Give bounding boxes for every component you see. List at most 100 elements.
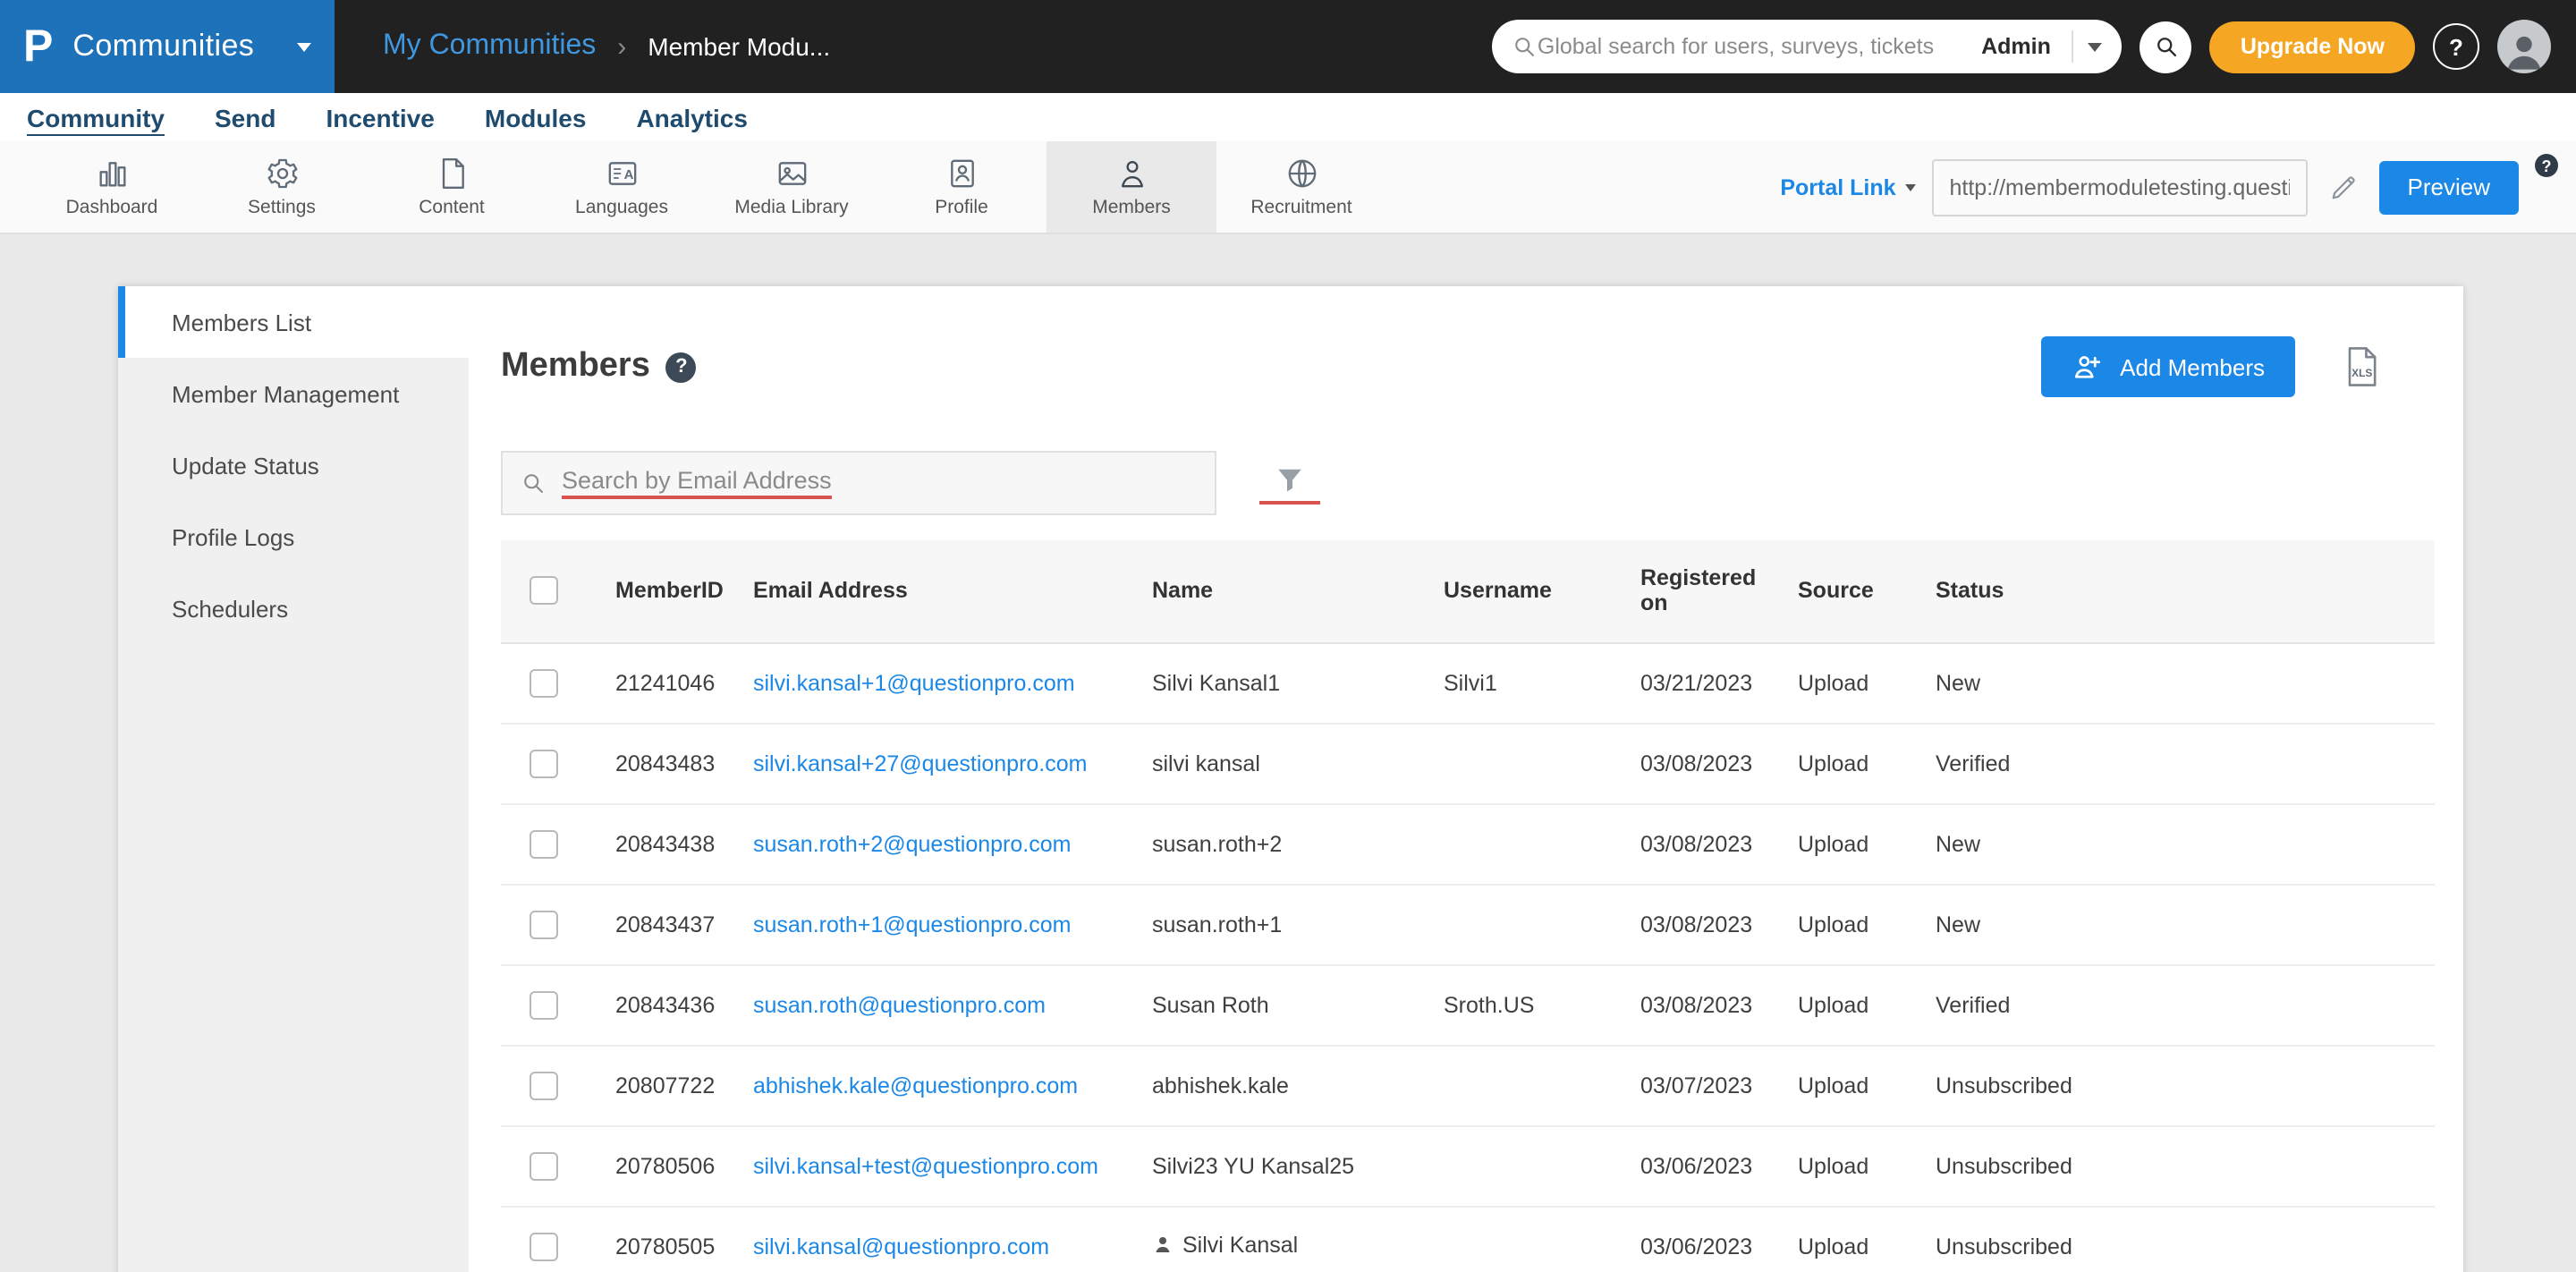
cell-registered: 03/08/2023 [1626, 884, 1784, 964]
toolbar-item-members[interactable]: Members [1046, 141, 1216, 233]
help-badge[interactable]: ? [2535, 154, 2558, 177]
edit-portal-url-button[interactable] [2324, 167, 2363, 207]
header-email-address[interactable]: Email Address [739, 540, 1138, 642]
cell-email: silvi.kansal+27@questionpro.com [739, 723, 1138, 803]
header-registered-on[interactable]: Registered on [1626, 540, 1784, 642]
toolbar-item-profile[interactable]: Profile [877, 141, 1046, 233]
header-name[interactable]: Name [1138, 540, 1429, 642]
member-email-link[interactable]: susan.roth@questionpro.com [753, 992, 1046, 1017]
global-search-button[interactable] [2140, 21, 2192, 72]
search-scope-label[interactable]: Admin [1981, 34, 2051, 59]
breadcrumb-parent-link[interactable]: My Communities [383, 30, 596, 63]
questionpro-logo: P [23, 24, 53, 69]
sidebar-item-member-management[interactable]: Member Management [118, 358, 469, 429]
member-email-link[interactable]: susan.roth+1@questionpro.com [753, 912, 1071, 937]
toolbar-item-label: Languages [575, 197, 668, 218]
cell-select [501, 642, 601, 723]
member-search-input[interactable]: Search by Email Address [501, 451, 1216, 515]
cell-source: Upload [1784, 1045, 1921, 1125]
sidebar-item-members-list[interactable]: Members List [118, 286, 469, 358]
row-checkbox[interactable] [530, 829, 558, 858]
sidebar-item-schedulers[interactable]: Schedulers [118, 572, 469, 644]
app-viewport: P Communities My Communities › Member Mo… [0, 0, 2576, 1272]
member-email-link[interactable]: silvi.kansal@questionpro.com [753, 1234, 1049, 1259]
members-search-row: Search by Email Address [501, 451, 2435, 515]
filter-button[interactable] [1259, 462, 1320, 504]
nav-item-incentive[interactable]: Incentive [326, 103, 434, 131]
svg-text:A: A [623, 167, 633, 182]
row-checkbox[interactable] [530, 910, 558, 938]
header-status[interactable]: Status [1921, 540, 2435, 642]
portal-link-dropdown[interactable]: Portal Link [1780, 174, 1915, 199]
add-members-label: Add Members [2120, 353, 2265, 380]
cell-email: silvi.kansal+1@questionpro.com [739, 642, 1138, 723]
sidebar-item-profile-logs[interactable]: Profile Logs [118, 501, 469, 572]
toolbar-item-label: Media Library [734, 197, 848, 218]
product-switcher[interactable]: P Communities [0, 0, 335, 93]
header-source[interactable]: Source [1784, 540, 1921, 642]
table-row: 20807722abhishek.kale@questionpro.comabh… [501, 1045, 2435, 1125]
xls-export-button[interactable]: XLS [2338, 343, 2385, 390]
member-email-link[interactable]: silvi.kansal+1@questionpro.com [753, 670, 1075, 695]
portal-url-input[interactable] [1932, 158, 2308, 216]
member-email-link[interactable]: silvi.kansal+27@questionpro.com [753, 750, 1088, 776]
table-row: 20843483silvi.kansal+27@questionpro.coms… [501, 723, 2435, 803]
row-checkbox[interactable] [530, 990, 558, 1019]
members-card: Members ListMember ManagementUpdate Stat… [118, 286, 2463, 1272]
members-main: Members ? Add Members XLS [469, 286, 2463, 1272]
topbar: P Communities My Communities › Member Mo… [0, 0, 2576, 93]
nav-item-modules[interactable]: Modules [485, 103, 587, 131]
search-icon [521, 471, 546, 496]
header-username[interactable]: Username [1429, 540, 1626, 642]
cell-registered: 03/07/2023 [1626, 1045, 1784, 1125]
toolbar-item-media-library[interactable]: Media Library [707, 141, 877, 233]
cell-source: Upload [1784, 642, 1921, 723]
member-email-link[interactable]: abhishek.kale@questionpro.com [753, 1073, 1078, 1098]
members-help-badge[interactable]: ? [666, 352, 697, 382]
chevron-down-icon[interactable] [2089, 42, 2103, 51]
header-memberid[interactable]: MemberID [601, 540, 739, 642]
toolbar-item-recruitment[interactable]: Recruitment [1216, 141, 1386, 233]
nav-item-send[interactable]: Send [215, 103, 275, 131]
row-checkbox[interactable] [530, 1071, 558, 1099]
member-email-link[interactable]: silvi.kansal+test@questionpro.com [753, 1153, 1098, 1178]
cell-username [1429, 723, 1626, 803]
person-icon [1152, 1234, 1174, 1260]
add-members-button[interactable]: Add Members [2041, 336, 2295, 397]
toolbar-item-dashboard[interactable]: Dashboard [27, 141, 197, 233]
members-table-body: 21241046silvi.kansal+1@questionpro.comSi… [501, 642, 2435, 1272]
toolbar-item-settings[interactable]: Settings [197, 141, 367, 233]
upgrade-now-button[interactable]: Upgrade Now [2210, 21, 2415, 72]
toolbar-item-languages[interactable]: A Languages [537, 141, 707, 233]
user-avatar[interactable] [2497, 20, 2551, 73]
select-all-checkbox[interactable] [530, 577, 558, 606]
preview-button[interactable]: Preview [2379, 160, 2520, 214]
member-email-link[interactable]: susan.roth+2@questionpro.com [753, 831, 1071, 856]
topbar-right: Admin Upgrade Now ? [1493, 20, 2576, 73]
toolbar-item-label: Dashboard [66, 197, 158, 218]
cell-source: Upload [1784, 884, 1921, 964]
cell-source: Upload [1784, 1125, 1921, 1206]
page-content: Members ListMember ManagementUpdate Stat… [0, 234, 2576, 1272]
cell-registered: 03/21/2023 [1626, 642, 1784, 723]
nav-item-community[interactable]: Community [27, 103, 165, 131]
sidebar-item-update-status[interactable]: Update Status [118, 429, 469, 501]
row-checkbox[interactable] [530, 749, 558, 777]
xls-file-icon: XLS [2338, 343, 2385, 390]
page-title: Members [501, 347, 650, 386]
cell-name: Silvi Kansal1 [1138, 642, 1429, 723]
row-checkbox[interactable] [530, 668, 558, 697]
media-library-icon [774, 156, 809, 191]
global-search-input[interactable] [1538, 34, 1970, 59]
cell-email: susan.roth+1@questionpro.com [739, 884, 1138, 964]
cell-status: Verified [1921, 964, 2435, 1045]
help-button[interactable]: ? [2433, 23, 2479, 70]
cell-select [501, 964, 601, 1045]
row-checkbox[interactable] [530, 1151, 558, 1180]
nav-item-analytics[interactable]: Analytics [636, 103, 748, 131]
toolbar-item-content[interactable]: Content [367, 141, 537, 233]
cell-select [501, 884, 601, 964]
row-checkbox[interactable] [530, 1232, 558, 1260]
cell-email: silvi.kansal@questionpro.com [739, 1206, 1138, 1272]
cell-name: silvi kansal [1138, 723, 1429, 803]
